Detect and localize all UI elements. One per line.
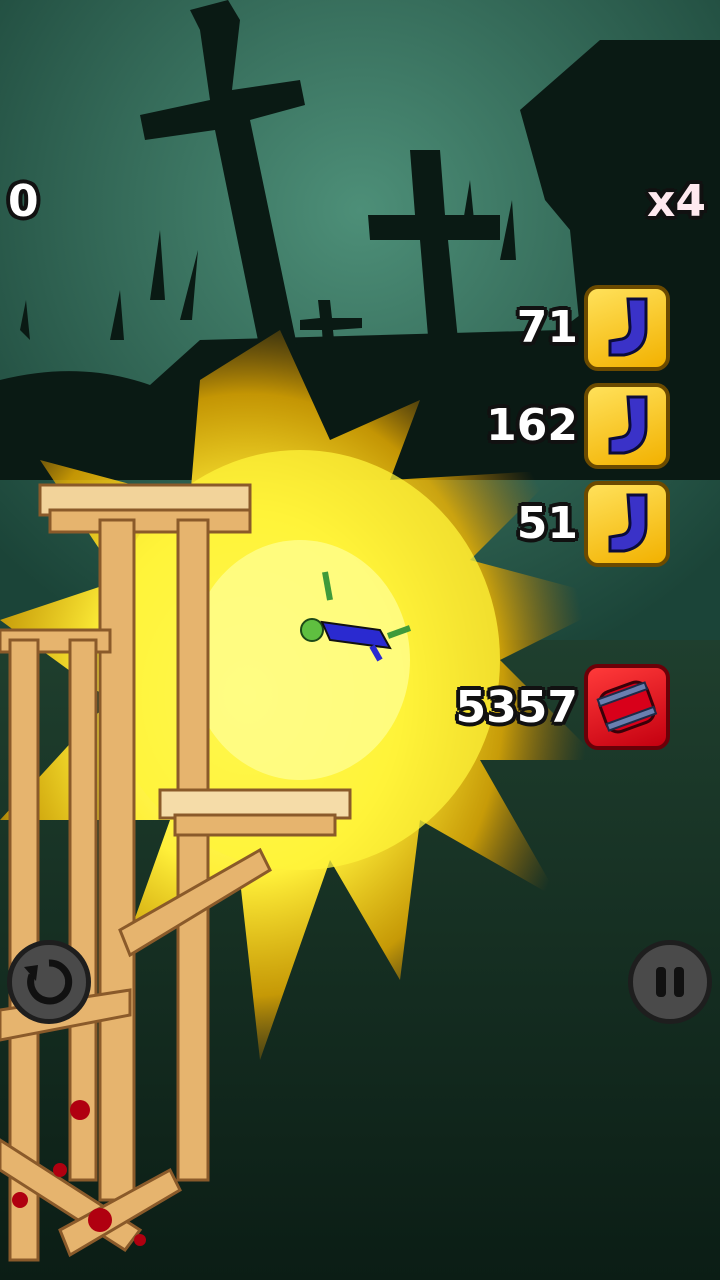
restart-button[interactable] (7, 940, 91, 1024)
boot-icon-glyph (608, 395, 648, 455)
barrel-icon-glyph (596, 680, 658, 734)
boot-icon-glyph (608, 297, 648, 357)
barrel-icon[interactable] (584, 664, 670, 750)
boot-icon-glyph (608, 493, 648, 553)
pause-button[interactable] (628, 940, 712, 1024)
barrel-count: 5357 (455, 682, 578, 733)
boot-count-3: 51 (516, 498, 578, 549)
pause-icon (656, 967, 684, 997)
score-counter: 0 (8, 176, 39, 227)
boot-count-2: 162 (486, 400, 578, 451)
boot-icon[interactable] (584, 383, 670, 469)
boot-icon[interactable] (584, 481, 670, 567)
score-multiplier: x4 (647, 176, 706, 227)
restart-icon (24, 959, 73, 1005)
game-scene (0, 0, 720, 1280)
boot-icon[interactable] (584, 285, 670, 371)
boot-count-1: 71 (516, 302, 578, 353)
